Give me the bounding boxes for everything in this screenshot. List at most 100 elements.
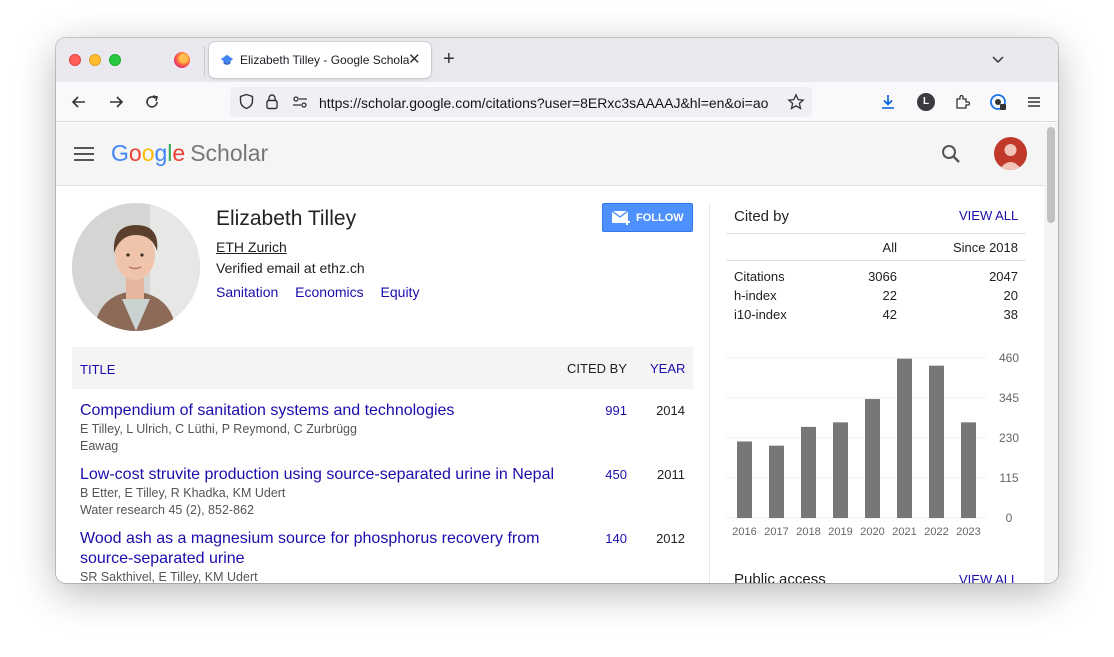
page-scrollbar[interactable] xyxy=(1044,123,1058,583)
mail-follow-icon xyxy=(612,211,630,225)
column-divider xyxy=(709,203,710,583)
menu-icon[interactable] xyxy=(1025,93,1043,111)
chart-bar[interactable] xyxy=(801,426,816,518)
metrics-row: i10-index 42 38 xyxy=(726,303,1026,322)
chart-bar[interactable] xyxy=(769,445,784,518)
research-interests: Sanitation Economics Equity xyxy=(216,284,432,300)
sort-by-year-link[interactable]: YEAR xyxy=(650,361,685,376)
chart-x-tick-label: 2022 xyxy=(924,526,948,538)
permissions-icon[interactable] xyxy=(292,95,308,109)
metric-label[interactable]: Citations xyxy=(734,269,785,284)
metric-label[interactable]: h-index xyxy=(734,288,777,303)
chart-bar[interactable] xyxy=(929,365,944,518)
metric-all-value: 3066 xyxy=(868,269,897,284)
profile-affiliation[interactable]: ETH Zurich xyxy=(216,239,287,255)
shield-icon[interactable] xyxy=(238,93,255,110)
back-icon[interactable] xyxy=(70,93,88,111)
chart-bar[interactable] xyxy=(961,422,976,518)
search-icon[interactable] xyxy=(940,143,962,165)
chevron-down-icon[interactable] xyxy=(990,51,1006,67)
public-access-view-all-link[interactable]: VIEW ALL xyxy=(959,572,1018,583)
new-tab-button[interactable]: + xyxy=(443,49,455,69)
publication-venue: Eawag xyxy=(80,439,119,453)
hamburger-menu-icon[interactable] xyxy=(74,147,94,161)
chart-x-tick-label: 2020 xyxy=(860,526,884,538)
chart-bar[interactable] xyxy=(897,358,912,518)
metric-since-value: 2047 xyxy=(989,269,1018,284)
scholar-header: Google Scholar xyxy=(56,123,1044,186)
chart-bar[interactable] xyxy=(737,441,752,518)
tab-close-icon[interactable]: ✕ xyxy=(408,50,421,68)
interest-link[interactable]: Sanitation xyxy=(216,284,278,300)
cited-by-title: Cited by xyxy=(734,208,790,225)
publication-title[interactable]: Compendium of sanitation systems and tec… xyxy=(80,401,570,421)
metrics-row: h-index 22 20 xyxy=(726,284,1026,303)
minimize-window-button[interactable] xyxy=(89,54,101,66)
reload-icon[interactable] xyxy=(143,93,161,111)
logo-letter: o xyxy=(141,140,155,166)
tab-active[interactable]: Elizabeth Tilley - Google Scholar ✕ xyxy=(209,42,431,78)
metric-since-value: 20 xyxy=(1003,288,1018,303)
chart-x-tick-label: 2016 xyxy=(732,526,756,538)
download-icon[interactable] xyxy=(879,93,897,111)
profile-photo xyxy=(72,203,200,331)
publication-title[interactable]: Wood ash as a magnesium source for phosp… xyxy=(80,529,560,569)
profile-name: Elizabeth Tilley xyxy=(216,207,357,230)
publication-cited-count[interactable]: 450 xyxy=(605,467,627,482)
portrait-image xyxy=(72,203,200,331)
zoom-window-button[interactable] xyxy=(109,54,121,66)
google-scholar-logo[interactable]: Google Scholar xyxy=(111,140,268,167)
logo-letter: e xyxy=(172,140,186,166)
page-content: Google Scholar Elizabeth Tilley ETH Zuri… xyxy=(56,123,1044,583)
chart-bar[interactable] xyxy=(865,399,880,518)
citation-metrics-table: All Since 2018 Citations 3066 2047 h-ind… xyxy=(726,233,1026,322)
chart-y-tick-label: 460 xyxy=(999,351,1019,365)
extensions-icon[interactable] xyxy=(953,93,971,111)
chart-y-tick-label: 0 xyxy=(1006,511,1013,525)
metrics-col-since[interactable]: Since 2018 xyxy=(953,240,1018,255)
sort-by-title-link[interactable]: TITLE xyxy=(80,362,115,377)
user-silhouette-icon xyxy=(999,144,1022,170)
scrollbar-thumb[interactable] xyxy=(1047,127,1055,223)
publication-title[interactable]: Low-cost struvite production using sourc… xyxy=(80,465,580,485)
chart-x-tick-label: 2018 xyxy=(796,526,820,538)
account-avatar[interactable]: L xyxy=(917,93,935,111)
firefox-view-icon[interactable] xyxy=(174,52,190,68)
url-text: https://scholar.google.com/citations?use… xyxy=(319,95,769,111)
user-avatar[interactable] xyxy=(994,137,1027,170)
publication-venue: Water research 45 (2), 852-862 xyxy=(80,503,254,517)
metric-label[interactable]: i10-index xyxy=(734,307,787,322)
chart-bar[interactable] xyxy=(833,422,848,518)
logo-letter: G xyxy=(111,140,129,166)
publication-cited-count[interactable]: 140 xyxy=(605,531,627,546)
publication-year: 2014 xyxy=(656,403,685,418)
interest-link[interactable]: Economics xyxy=(295,284,363,300)
cited-by-view-all-link[interactable]: VIEW ALL xyxy=(959,208,1018,223)
publication-cited-count[interactable]: 991 xyxy=(605,403,627,418)
navigation-bar: https://scholar.google.com/citations?use… xyxy=(56,82,1058,122)
privacy-extension-icon[interactable] xyxy=(989,93,1007,111)
publication-authors: SR Sakthivel, E Tilley, KM Udert xyxy=(80,570,258,583)
chart-x-tick-label: 2023 xyxy=(956,526,980,538)
publication-row: Compendium of sanitation systems and tec… xyxy=(72,401,693,463)
logo-letter: g xyxy=(154,140,168,166)
lock-icon[interactable] xyxy=(264,93,280,110)
interest-link[interactable]: Equity xyxy=(381,284,420,300)
bookmark-star-icon[interactable] xyxy=(787,93,805,111)
cited-by-header[interactable]: CITED BY xyxy=(567,361,627,376)
publication-authors: B Etter, E Tilley, R Khadka, KM Udert xyxy=(80,486,286,500)
publication-row: Low-cost struvite production using sourc… xyxy=(72,465,693,527)
metrics-header-row: All Since 2018 xyxy=(726,233,1026,261)
public-access-title: Public access xyxy=(734,571,826,583)
url-bar[interactable]: https://scholar.google.com/citations?use… xyxy=(230,87,812,117)
metric-all-value: 22 xyxy=(882,288,897,303)
publication-authors: E Tilley, L Ulrich, C Lüthi, P Reymond, … xyxy=(80,422,357,436)
profile-email: Verified email at ethz.ch xyxy=(216,260,365,276)
forward-icon[interactable] xyxy=(107,93,125,111)
publication-row: Wood ash as a magnesium source for phosp… xyxy=(72,529,693,583)
publications-header: TITLE CITED BY YEAR xyxy=(72,347,693,389)
follow-button[interactable]: FOLLOW xyxy=(602,203,693,232)
logo-product: Scholar xyxy=(190,140,269,166)
chart-y-tick-label: 345 xyxy=(999,391,1019,405)
close-window-button[interactable] xyxy=(69,54,81,66)
